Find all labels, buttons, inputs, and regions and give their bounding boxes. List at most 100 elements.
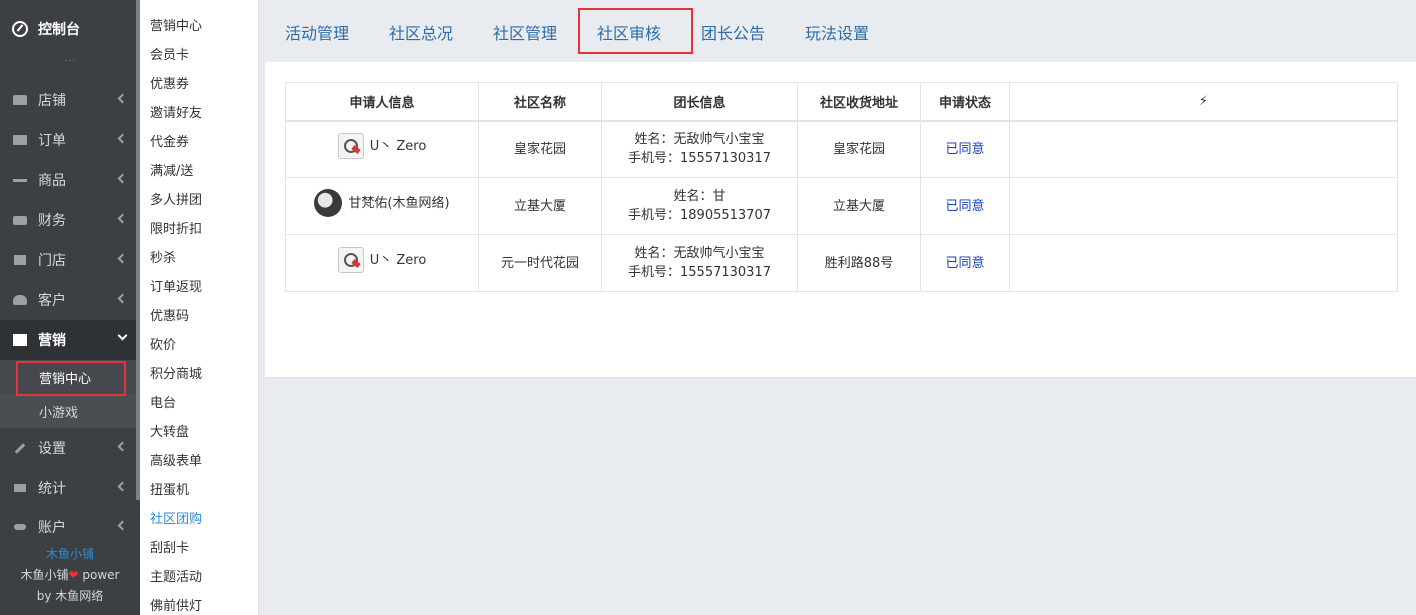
table-row: U丶 Zero 皇家花园 姓名：无敌帅气小宝宝 手机号：15557130317 皇… xyxy=(285,120,1398,178)
subnav-item[interactable]: 代金券 xyxy=(150,131,189,150)
subnav-item[interactable]: 优惠券 xyxy=(150,73,189,92)
dashboard-link[interactable]: 控制台 xyxy=(0,0,140,58)
sidebar-item-goods[interactable]: 商品 xyxy=(0,160,140,200)
table-row: U丶 Zero 元一时代花园 姓名：无敌帅气小宝宝 手机号：15557130317… xyxy=(285,234,1398,292)
leader-phone: 手机号：18905513707 xyxy=(628,208,771,223)
subnav-item[interactable]: 营销中心 xyxy=(150,15,202,34)
footer-brand: 木鱼小铺 xyxy=(20,568,69,582)
chevron-left-icon xyxy=(117,481,128,492)
order-icon xyxy=(12,133,28,147)
leader-name: 姓名：无敌帅气小宝宝 xyxy=(634,246,765,261)
status-badge: 已同意 xyxy=(945,198,985,214)
main-sidebar: 控制台 ··· 店铺 订单 商品 财务 门店 客户 营销 营销中心 小游戏 设置… xyxy=(0,0,140,615)
tab-community-management[interactable]: 社区管理 xyxy=(493,20,557,44)
chevron-down-icon xyxy=(117,330,128,341)
compass-icon xyxy=(12,21,28,37)
subnav-item[interactable]: 满减/送 xyxy=(150,160,193,179)
money-icon xyxy=(12,213,28,227)
subnav-item[interactable]: 主题活动 xyxy=(150,566,202,585)
subnav-item[interactable]: 大转盘 xyxy=(150,421,189,440)
marketing-subnav: 营销中心会员卡优惠券邀请好友代金券满减/送多人拼团限时折扣秒杀订单返现优惠码砍价… xyxy=(140,0,259,615)
address: 立基大厦 xyxy=(797,177,921,235)
leader-info: 姓名：无敌帅气小宝宝 手机号：15557130317 xyxy=(601,120,798,178)
sidebar-item-label: 订单 xyxy=(38,133,66,149)
community-name: 皇家花园 xyxy=(478,120,602,178)
sidebar-item-marketing[interactable]: 营销 xyxy=(0,320,140,360)
chevron-left-icon xyxy=(117,173,128,184)
sidebar-item-account[interactable]: 账户 xyxy=(0,507,140,547)
col-community-name: 社区名称 xyxy=(478,82,602,122)
sidebar-item-label: 账户 xyxy=(38,520,66,536)
col-status: 申请状态 xyxy=(920,82,1010,122)
sidebar-item-statistics[interactable]: 统计 xyxy=(0,468,140,508)
users-icon xyxy=(12,293,28,307)
heart-icon: ❤ xyxy=(68,568,79,582)
subnav-item[interactable]: 电台 xyxy=(150,392,176,411)
applicant-name: U丶 Zero xyxy=(369,252,427,268)
highlight-box-community-review xyxy=(578,8,693,54)
footer-power-line: 木鱼小铺❤ power xyxy=(0,565,140,586)
status-badge: 已同意 xyxy=(945,255,985,271)
subnav-item[interactable]: 社区团购 xyxy=(150,508,202,527)
content-panel: 申请人信息 社区名称 团长信息 社区收货地址 申请状态 ⚡ U丶 Zero 皇家… xyxy=(265,62,1416,378)
sidebar-item-shop[interactable]: 店铺 xyxy=(0,80,140,120)
sidebar-footer: 木鱼小铺 木鱼小铺❤ power by 木鱼网络 xyxy=(0,544,140,607)
subnav-item[interactable]: 佛前供灯 xyxy=(150,595,202,614)
col-leader-info: 团长信息 xyxy=(601,82,798,122)
community-name: 元一时代花园 xyxy=(478,234,602,292)
status-badge: 已同意 xyxy=(945,141,985,157)
actions-cell xyxy=(1009,234,1398,292)
tab-leader-notice[interactable]: 团长公告 xyxy=(701,20,765,44)
tab-community-overview[interactable]: 社区总况 xyxy=(389,20,453,44)
submenu-mini-games[interactable]: 小游戏 xyxy=(0,394,140,428)
bar-signal-icon xyxy=(12,481,28,495)
sidebar-item-customers[interactable]: 客户 xyxy=(0,280,140,320)
subnav-item[interactable]: 会员卡 xyxy=(150,44,189,63)
chevron-left-icon xyxy=(117,133,128,144)
key-icon xyxy=(12,520,28,534)
subnav-item[interactable]: 砍价 xyxy=(150,334,176,353)
leader-phone: 手机号：15557130317 xyxy=(628,265,771,280)
leader-info: 姓名：甘 手机号：18905513707 xyxy=(601,177,798,235)
actions-cell xyxy=(1009,120,1398,178)
leader-info: 姓名：无敌帅气小宝宝 手机号：15557130317 xyxy=(601,234,798,292)
address: 胜利路88号 xyxy=(797,234,921,292)
subnav-item[interactable]: 积分商城 xyxy=(150,363,202,382)
table-header-row: 申请人信息 社区名称 团长信息 社区收货地址 申请状态 ⚡ xyxy=(285,82,1398,122)
subnav-item[interactable]: 扭蛋机 xyxy=(150,479,189,498)
footer-shop-link[interactable]: 木鱼小铺 xyxy=(0,544,140,565)
submenu-label: 小游戏 xyxy=(39,405,79,421)
subnav-item[interactable]: 多人拼团 xyxy=(150,189,202,208)
chevron-left-icon xyxy=(117,253,128,264)
footer-power: power xyxy=(78,568,120,582)
col-address: 社区收货地址 xyxy=(797,82,921,122)
col-applicant: 申请人信息 xyxy=(285,82,479,122)
subnav-item[interactable]: 高级表单 xyxy=(150,450,202,469)
avatar xyxy=(337,247,364,273)
tab-activity-management[interactable]: 活动管理 xyxy=(285,20,349,44)
sitemap-icon xyxy=(12,253,28,267)
sidebar-item-stores[interactable]: 门店 xyxy=(0,240,140,280)
sidebar-item-finance[interactable]: 财务 xyxy=(0,200,140,240)
subnav-item[interactable]: 优惠码 xyxy=(150,305,189,324)
chevron-left-icon xyxy=(117,213,128,224)
bolt-icon: ⚡ xyxy=(1198,93,1209,109)
sidebar-item-label: 财务 xyxy=(38,213,66,229)
subnav-item[interactable]: 秒杀 xyxy=(150,247,176,266)
sidebar-item-orders[interactable]: 订单 xyxy=(0,120,140,160)
applicant-name: U丶 Zero xyxy=(369,138,427,154)
sidebar-item-settings[interactable]: 设置 xyxy=(0,428,140,468)
community-name: 立基大厦 xyxy=(478,177,602,235)
tab-gameplay-settings[interactable]: 玩法设置 xyxy=(805,20,869,44)
subnav-item[interactable]: 刮刮卡 xyxy=(150,537,189,556)
actions-cell xyxy=(1009,177,1398,235)
leader-name: 姓名：无敌帅气小宝宝 xyxy=(634,132,765,148)
subnav-item[interactable]: 限时折扣 xyxy=(150,218,202,237)
gift-icon xyxy=(12,333,28,347)
chevron-left-icon xyxy=(117,441,128,452)
chevron-left-icon xyxy=(117,293,128,304)
subnav-item[interactable]: 邀请好友 xyxy=(150,102,202,121)
leader-phone: 手机号：15557130317 xyxy=(628,151,771,167)
sidebar-item-label: 商品 xyxy=(38,173,66,189)
subnav-item[interactable]: 订单返现 xyxy=(150,276,202,295)
